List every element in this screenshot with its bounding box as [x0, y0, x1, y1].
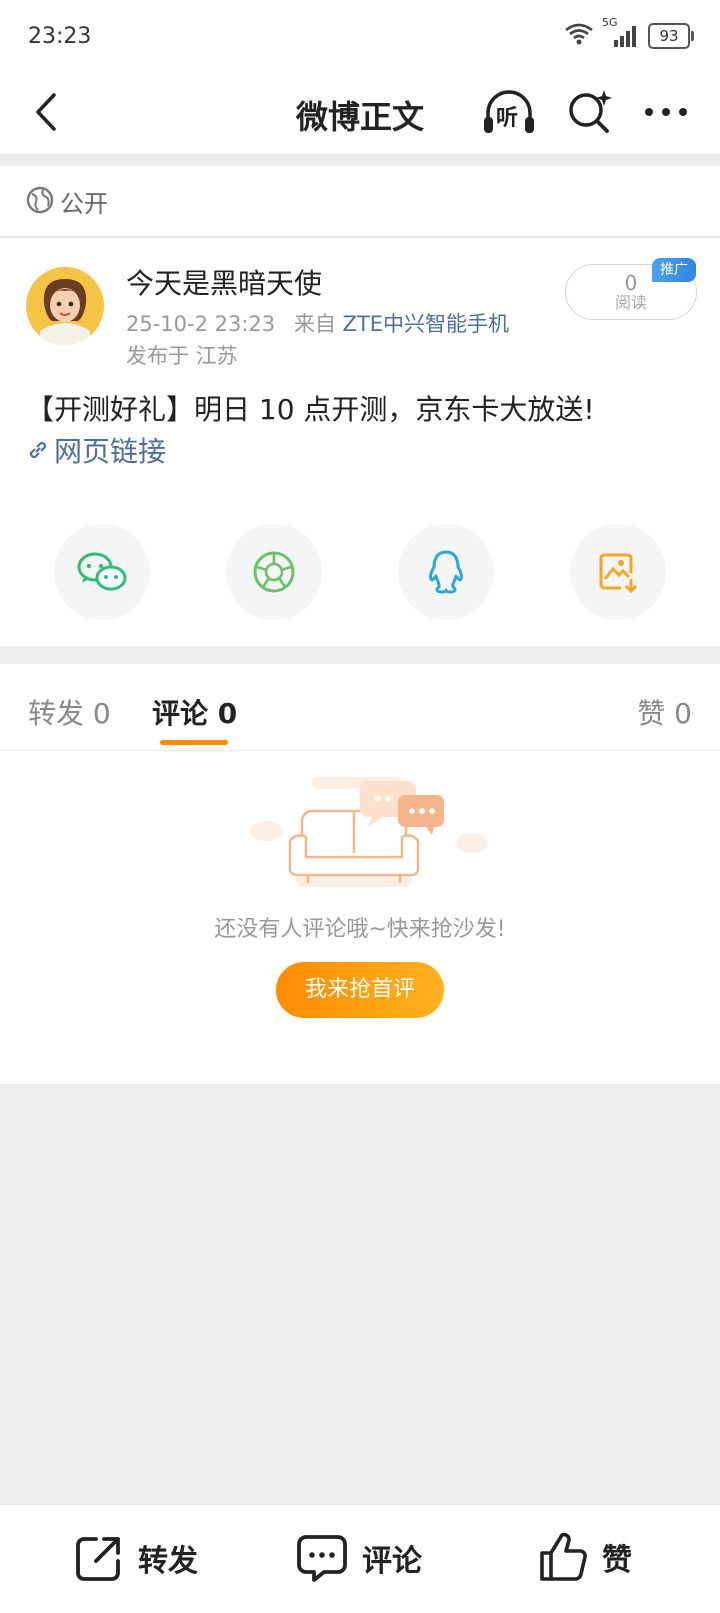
tab-comment-label: 评论: [152, 697, 209, 730]
empty-state-message: 还没有人评论哦~快来抢沙发!: [214, 917, 506, 942]
share-qq-button[interactable]: [398, 524, 494, 620]
web-link-label: 网页链接: [54, 435, 167, 468]
first-comment-button[interactable]: 我来抢首评: [276, 962, 444, 1018]
wifi-icon: [564, 22, 594, 50]
bottom-comment-button[interactable]: 评论: [296, 1533, 422, 1583]
nav-bar: 微博正文 听: [0, 72, 720, 155]
tab-like[interactable]: 赞 0: [637, 692, 692, 732]
visibility-label: 公开: [60, 190, 108, 218]
status-time: 23:23: [28, 24, 92, 49]
status-bar: 23:23 5G 93: [0, 0, 720, 72]
listen-button[interactable]: 听: [478, 84, 540, 140]
bottom-action-bar: 转发 评论 赞: [0, 1504, 720, 1613]
tab-repost-label: 转发: [28, 697, 85, 730]
bottom-repost-label: 转发: [138, 1544, 198, 1579]
comment-icon: [297, 1535, 347, 1582]
source-prefix: 来自: [293, 312, 336, 336]
more-dots-icon: [645, 108, 687, 116]
share-moments-button[interactable]: [226, 524, 322, 620]
link-icon: [29, 441, 47, 459]
signal-icon: 5G: [602, 16, 638, 48]
tab-like-count: 0: [674, 697, 692, 730]
battery-indicator: 93: [648, 23, 694, 49]
tab-comment[interactable]: 评论 0: [152, 692, 237, 732]
tab-like-label: 赞: [637, 697, 666, 730]
post-timestamp: 25-10-2 23:23: [126, 312, 276, 336]
active-tab-indicator: [160, 740, 228, 745]
qq-icon: [429, 550, 463, 594]
more-button[interactable]: [638, 84, 694, 140]
network-type: 5G: [602, 16, 618, 29]
read-label: 阅读: [614, 293, 647, 312]
share-icon: [76, 1537, 120, 1581]
globe-icon: [26, 186, 54, 218]
promo-badge: 推广: [652, 258, 696, 282]
thumbs-up-icon: [540, 1532, 587, 1581]
visibility-bar: 公开: [0, 166, 720, 237]
save-image-icon: [599, 553, 638, 593]
status-icons: 5G 93: [564, 16, 694, 50]
moments-icon: [253, 551, 295, 593]
listen-label: 听: [496, 106, 519, 131]
interaction-tabs: 转发 0 评论 0 赞 0: [0, 664, 720, 751]
save-image-button[interactable]: [570, 524, 666, 620]
wechat-icon: [77, 552, 127, 591]
post-content: 【开测好礼】明日 10 点开测，京东卡大放送!: [26, 393, 595, 426]
sofa-illustration: [250, 773, 490, 917]
source-device-link[interactable]: ZTE中兴智能手机: [343, 312, 509, 336]
tab-repost[interactable]: 转发 0: [28, 692, 111, 732]
search-sparkle-icon: [569, 90, 612, 133]
post-location: 发布于 江苏: [126, 344, 238, 368]
comments-empty-state: 还没有人评论哦~快来抢沙发! 我来抢首评: [0, 751, 720, 1084]
share-wechat-button[interactable]: [54, 524, 150, 620]
tab-comment-count: 0: [217, 697, 238, 730]
post-card: 今天是黑暗天使 25-10-2 23:23 来自 ZTE中兴智能手机 发布于 江…: [0, 238, 720, 646]
author-name[interactable]: 今天是黑暗天使: [126, 262, 322, 302]
tab-repost-count: 0: [92, 697, 111, 730]
avatar[interactable]: [26, 267, 104, 345]
post-meta: 25-10-2 23:23 来自 ZTE中兴智能手机: [126, 308, 509, 338]
bottom-like-button[interactable]: 赞: [538, 1531, 632, 1583]
bottom-like-label: 赞: [602, 1543, 632, 1578]
bottom-comment-label: 评论: [362, 1544, 422, 1579]
bottom-repost-button[interactable]: 转发: [74, 1533, 198, 1583]
web-link[interactable]: 网页链接: [26, 430, 166, 470]
search-button[interactable]: [562, 84, 618, 140]
